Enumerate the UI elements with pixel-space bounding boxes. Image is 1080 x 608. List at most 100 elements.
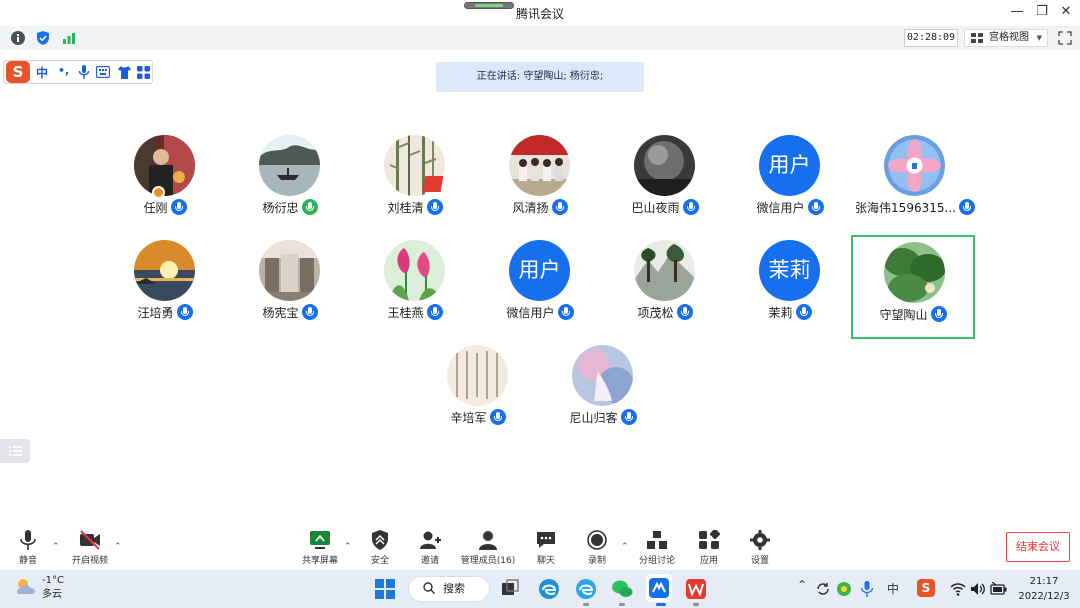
microphone-icon[interactable] <box>930 306 947 322</box>
microphone-icon[interactable] <box>426 199 443 215</box>
participant-tile[interactable]: 任刚 <box>103 130 227 234</box>
avatar <box>259 135 320 196</box>
microphone-icon[interactable] <box>958 199 975 215</box>
participant-tile[interactable]: 尼山归客 <box>541 340 665 444</box>
participant-tile-active-speaker[interactable]: 守望陶山 <box>851 235 975 339</box>
weather-widget[interactable]: -1°C 多云 <box>42 574 64 602</box>
microphone-icon[interactable] <box>301 199 318 215</box>
tray-overflow-chevron-icon[interactable]: ⌃ <box>797 578 807 592</box>
end-meeting-button[interactable]: 结束会议 <box>1006 532 1070 562</box>
wechat-icon[interactable] <box>611 578 633 600</box>
microphone-icon[interactable] <box>620 409 637 425</box>
sogou-tray-icon[interactable]: S <box>917 579 935 597</box>
fullscreen-icon[interactable] <box>1058 31 1072 45</box>
sogou-logo-icon[interactable]: S <box>6 61 30 83</box>
avatar: 用户 <box>509 240 570 301</box>
volume-icon[interactable] <box>970 582 986 596</box>
participant-tile[interactable]: 风清扬 <box>478 130 602 234</box>
microphone-icon[interactable] <box>176 304 193 320</box>
chat-icon <box>537 532 555 548</box>
add-user-icon <box>420 531 441 549</box>
ime-mode-toggle[interactable]: 中 <box>36 64 48 81</box>
shield-icon[interactable] <box>35 30 51 46</box>
microphone-icon[interactable] <box>426 304 443 320</box>
participant-name: 王桂燕 <box>387 306 424 320</box>
record-icon <box>587 530 607 550</box>
audio-options-chevron-icon[interactable]: ⌃ <box>52 542 60 552</box>
share-screen-button[interactable]: 共享屏幕 <box>290 528 350 566</box>
view-mode-button[interactable]: 宫格视图 ▼ <box>964 29 1048 47</box>
microphone-icon[interactable] <box>301 304 318 320</box>
microphone-icon[interactable] <box>170 199 187 215</box>
microphone-tray-icon[interactable] <box>860 581 874 597</box>
participant-tile[interactable]: 巴山夜雨 <box>603 130 727 234</box>
record-button[interactable]: 录制 <box>567 528 627 566</box>
sync-icon[interactable] <box>815 581 831 597</box>
windows-start-icon[interactable] <box>374 578 396 600</box>
close-button[interactable]: ✕ <box>1056 4 1076 20</box>
list-icon <box>9 446 22 456</box>
participant-tile[interactable]: 刘桂清 <box>353 130 477 234</box>
participant-name: 巴山夜雨 <box>631 201 680 215</box>
participant-tile[interactable]: 汪培勇 <box>103 235 227 339</box>
manage-members-button[interactable]: 管理成员(16) <box>458 528 518 566</box>
restore-button[interactable]: ❐ <box>1032 4 1052 20</box>
microphone-icon[interactable] <box>795 304 812 320</box>
participant-tile[interactable]: 茉莉 茉莉 <box>728 235 852 339</box>
mute-button[interactable]: 静音 <box>0 528 58 566</box>
invite-button[interactable]: 邀请 <box>400 528 460 566</box>
settings-button[interactable]: 设置 <box>730 528 790 566</box>
participant-name: 刘桂清 <box>387 201 424 215</box>
battery-charging-icon[interactable] <box>990 582 1008 596</box>
participant-tile[interactable]: 用户 微信用户 <box>728 130 852 234</box>
microphone-icon[interactable] <box>489 409 506 425</box>
weather-temperature: -1°C <box>42 575 64 586</box>
ime-punctuation-toggle[interactable]: •, <box>58 64 69 77</box>
wifi-icon[interactable] <box>950 582 966 596</box>
voice-input-icon[interactable] <box>78 65 90 80</box>
weather-cloudy-icon[interactable] <box>14 576 40 598</box>
participant-name: 守望陶山 <box>879 308 928 322</box>
video-options-chevron-icon[interactable]: ⌃ <box>114 542 122 552</box>
participant-tile[interactable]: 杨衍忠 <box>228 130 352 234</box>
participant-name: 风清扬 <box>512 201 549 215</box>
skin-shirt-icon[interactable] <box>117 66 132 79</box>
info-icon[interactable] <box>10 30 26 46</box>
participant-tile[interactable]: 杨宪宝 <box>228 235 352 339</box>
running-indicator <box>619 603 625 606</box>
side-panel-toggle[interactable] <box>0 439 30 463</box>
participant-tile[interactable]: 张海伟1596315... <box>853 130 977 234</box>
edge-browser-icon[interactable] <box>538 578 560 600</box>
participant-tile[interactable]: 辛培军 <box>416 340 540 444</box>
toolbox-grid-icon[interactable] <box>137 66 150 79</box>
participant-tile[interactable]: 用户 微信用户 <box>478 235 602 339</box>
wps-office-icon[interactable] <box>685 578 707 600</box>
tencent-meeting-taskbar-button[interactable] <box>646 574 672 602</box>
taskbar-search-box[interactable]: 搜索 <box>408 576 490 602</box>
signal-indicator <box>464 2 514 9</box>
running-indicator <box>583 603 589 606</box>
keyboard-icon[interactable] <box>96 66 110 78</box>
security-app-icon[interactable] <box>836 581 852 597</box>
avatar <box>259 240 320 301</box>
edge-browser-icon-2[interactable] <box>575 578 597 600</box>
window-title: 腾讯会议 <box>516 7 565 21</box>
microphone-icon[interactable] <box>807 199 824 215</box>
network-signal-icon[interactable] <box>61 30 77 46</box>
task-view-icon[interactable] <box>499 578 521 600</box>
microphone-icon[interactable] <box>557 304 574 320</box>
share-screen-icon <box>310 531 330 549</box>
start-video-button[interactable]: 开启视频 <box>60 528 120 566</box>
ime-tray-indicator[interactable]: 中 <box>887 580 899 597</box>
meeting-timer: 02:28:09 <box>904 29 958 47</box>
participant-tile[interactable]: 王桂燕 <box>353 235 477 339</box>
breakout-rooms-button[interactable]: 分组讨论 <box>627 528 687 566</box>
microphone-icon[interactable] <box>676 304 693 320</box>
host-badge-icon <box>152 186 165 199</box>
participant-tile[interactable]: 项茂松 <box>603 235 727 339</box>
microphone-icon[interactable] <box>551 199 568 215</box>
microphone-icon <box>20 530 36 550</box>
minimize-button[interactable]: — <box>1007 4 1027 20</box>
system-clock[interactable]: 21:17 2022/12/3 <box>1016 574 1072 604</box>
microphone-icon[interactable] <box>682 199 699 215</box>
